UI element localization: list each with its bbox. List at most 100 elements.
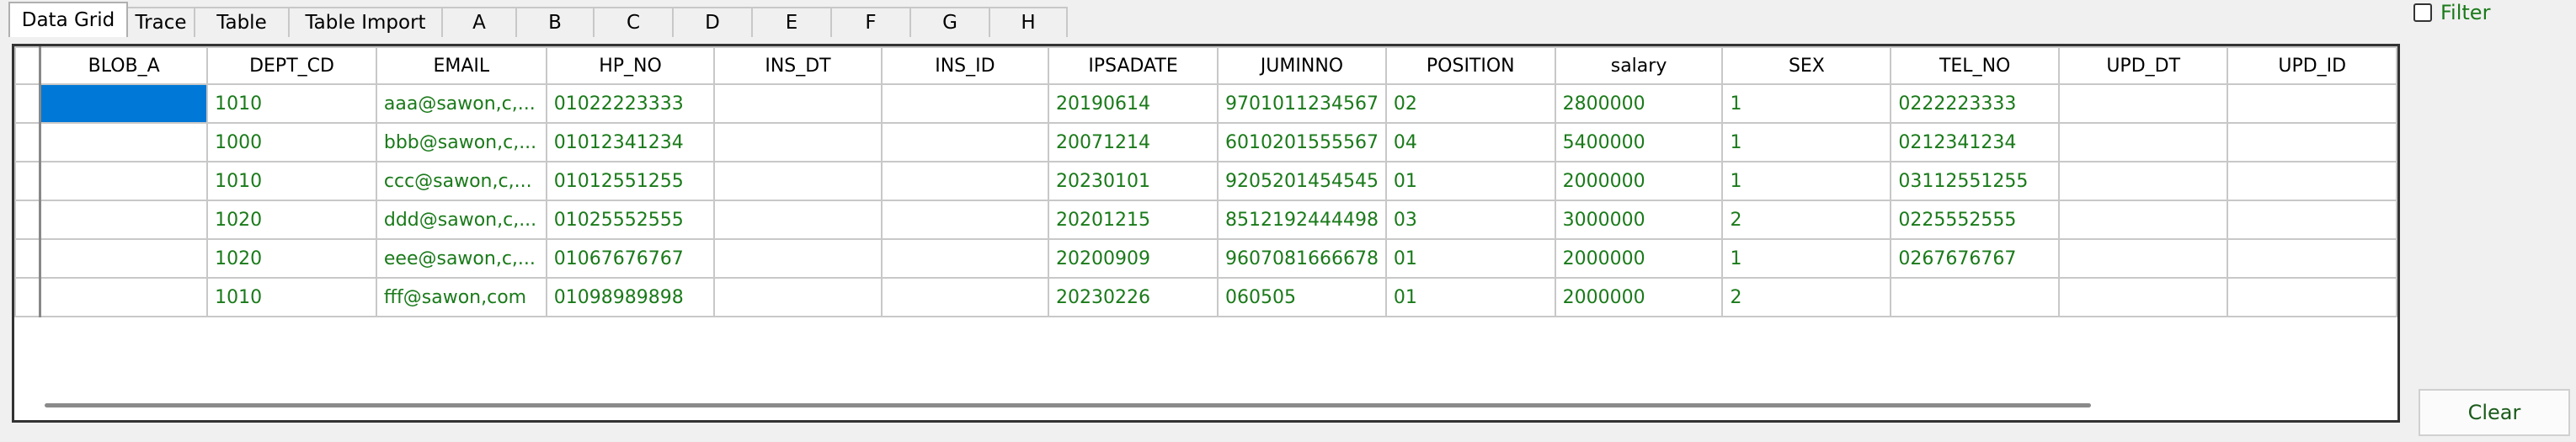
grid-cell[interactable]	[2057, 83, 2229, 124]
grid-cell[interactable]: 8512192444498	[1217, 200, 1387, 240]
grid-cell[interactable]	[880, 122, 1050, 162]
grid-cell[interactable]: 1	[1721, 122, 1892, 162]
grid-cell[interactable]	[39, 277, 209, 317]
grid-cell[interactable]: 1020	[206, 238, 377, 279]
row-header[interactable]	[14, 238, 42, 279]
column-header-upd-dt[interactable]: UPD_DT	[2057, 46, 2229, 85]
row-header[interactable]	[14, 277, 42, 317]
grid-cell[interactable]	[2227, 83, 2397, 124]
grid-cell[interactable]: 03112551255	[1890, 161, 2060, 201]
grid-cell[interactable]	[39, 238, 209, 279]
grid-cell[interactable]: 9701011234567	[1217, 83, 1387, 124]
filter-toggle[interactable]: Filter	[2413, 1, 2490, 24]
grid-cell[interactable]: 2000000	[1554, 277, 1724, 317]
grid-cell[interactable]: 20071214	[1048, 122, 1219, 162]
grid-cell[interactable]: 01098989898	[545, 277, 716, 317]
grid-cell[interactable]	[713, 238, 883, 279]
grid-cell[interactable]	[2227, 238, 2397, 279]
grid-cell[interactable]	[880, 238, 1050, 279]
grid-cell[interactable]: 1	[1721, 161, 1892, 201]
grid-cell[interactable]: 01067676767	[545, 238, 716, 279]
grid-cell[interactable]: 03	[1384, 200, 1556, 240]
grid-cell[interactable]: bbb@sawon,c,...	[375, 122, 547, 162]
grid-cell[interactable]: 1020	[206, 200, 377, 240]
grid-cell[interactable]: 01012341234	[545, 122, 716, 162]
grid-cell[interactable]	[39, 83, 209, 124]
tab-c[interactable]: C	[593, 7, 674, 37]
column-header-ipsadate[interactable]: IPSADATE	[1048, 46, 1219, 85]
grid-cell[interactable]	[2057, 238, 2229, 279]
column-header-sex[interactable]: SEX	[1721, 46, 1892, 85]
tab-data-grid[interactable]: Data Grid	[8, 2, 128, 37]
grid-cell[interactable]	[2057, 277, 2229, 317]
grid-cell[interactable]	[713, 83, 883, 124]
grid-cell[interactable]	[880, 161, 1050, 201]
grid-cell[interactable]	[1890, 277, 2060, 317]
table-row[interactable]: 1000 bbb@sawon,c,... 01012341234 20071214 60…	[14, 122, 2397, 162]
grid-cell[interactable]: fff@sawon,com	[375, 277, 547, 317]
grid-cell[interactable]: 2800000	[1554, 83, 1724, 124]
tab-g[interactable]: G	[909, 7, 990, 37]
grid-cell[interactable]: 20230226	[1048, 277, 1219, 317]
grid-cell[interactable]: 9607081666678	[1217, 238, 1387, 279]
grid-cell[interactable]: 3000000	[1554, 200, 1724, 240]
grid-cell[interactable]	[2227, 200, 2397, 240]
grid-cell[interactable]	[39, 200, 209, 240]
grid-cell[interactable]	[2227, 161, 2397, 201]
grid-cell[interactable]: 2000000	[1554, 238, 1724, 279]
grid-cell[interactable]: 20201215	[1048, 200, 1219, 240]
grid-cell[interactable]	[2227, 122, 2397, 162]
grid-cell[interactable]: 0212341234	[1890, 122, 2060, 162]
grid-cell[interactable]: 02	[1384, 83, 1556, 124]
grid-cell[interactable]: 6010201555567	[1217, 122, 1387, 162]
column-header-dept-cd[interactable]: DEPT_CD	[206, 46, 377, 85]
row-header[interactable]	[14, 161, 42, 201]
table-row[interactable]: 1020 ddd@sawon,c,... 01025552555 20201215 85…	[14, 200, 2397, 240]
tab-h[interactable]: H	[989, 7, 1068, 37]
grid-cell[interactable]	[39, 161, 209, 201]
grid-cell[interactable]: 01022223333	[545, 83, 716, 124]
grid-cell[interactable]: 0225552555	[1890, 200, 2060, 240]
grid-cell[interactable]: 0267676767	[1890, 238, 2060, 279]
data-grid[interactable]: BLOB_A DEPT_CD EMAIL HP_NO INS_DT INS_ID IPSAD…	[12, 44, 2400, 423]
grid-cell[interactable]	[880, 200, 1050, 240]
table-row[interactable]: 1020 eee@sawon,c,... 01067676767 20200909 96…	[14, 238, 2397, 279]
row-header[interactable]	[14, 122, 42, 162]
column-header-tel-no[interactable]: TEL_NO	[1890, 46, 2060, 85]
tab-a[interactable]: A	[441, 7, 517, 37]
grid-cell[interactable]: 20190614	[1048, 83, 1219, 124]
grid-cell[interactable]: 01	[1384, 238, 1556, 279]
grid-cell[interactable]	[713, 122, 883, 162]
grid-cell[interactable]: 060505	[1217, 277, 1387, 317]
table-row[interactable]: 1010 ccc@sawon,c,... 01012551255 20230101 92…	[14, 161, 2397, 201]
grid-cell[interactable]: aaa@sawon,c,...	[375, 83, 547, 124]
grid-cell[interactable]: 1010	[206, 161, 377, 201]
tab-d[interactable]: D	[672, 7, 753, 37]
column-header-hp-no[interactable]: HP_NO	[545, 46, 716, 85]
tab-table[interactable]: Table	[194, 7, 290, 37]
grid-cell[interactable]: 9205201454545	[1217, 161, 1387, 201]
column-header-salary[interactable]: salary	[1554, 46, 1724, 85]
grid-cell[interactable]: 04	[1384, 122, 1556, 162]
grid-cell[interactable]: 01025552555	[545, 200, 716, 240]
grid-cell[interactable]: 5400000	[1554, 122, 1724, 162]
grid-cell[interactable]: 20230101	[1048, 161, 1219, 201]
column-header-ins-dt[interactable]: INS_DT	[713, 46, 883, 85]
grid-cell[interactable]: eee@sawon,c,...	[375, 238, 547, 279]
grid-cell[interactable]	[713, 200, 883, 240]
tab-e[interactable]: E	[751, 7, 832, 37]
grid-cell[interactable]: 20200909	[1048, 238, 1219, 279]
grid-cell[interactable]: 1010	[206, 83, 377, 124]
grid-cell[interactable]: 1000	[206, 122, 377, 162]
tab-table-import[interactable]: Table Import	[288, 7, 443, 37]
table-row[interactable]: 1010 aaa@sawon,c,... 01022223333 20190614 97…	[14, 83, 2397, 124]
grid-cell[interactable]	[713, 277, 883, 317]
grid-cell[interactable]	[713, 161, 883, 201]
tab-b[interactable]: B	[515, 7, 595, 37]
filter-checkbox[interactable]	[2413, 3, 2432, 22]
grid-cell[interactable]: 2	[1721, 277, 1892, 317]
grid-cell[interactable]: 01012551255	[545, 161, 716, 201]
clear-button[interactable]: Clear	[2419, 389, 2570, 436]
grid-cell[interactable]	[39, 122, 209, 162]
grid-cell[interactable]: 01	[1384, 161, 1556, 201]
